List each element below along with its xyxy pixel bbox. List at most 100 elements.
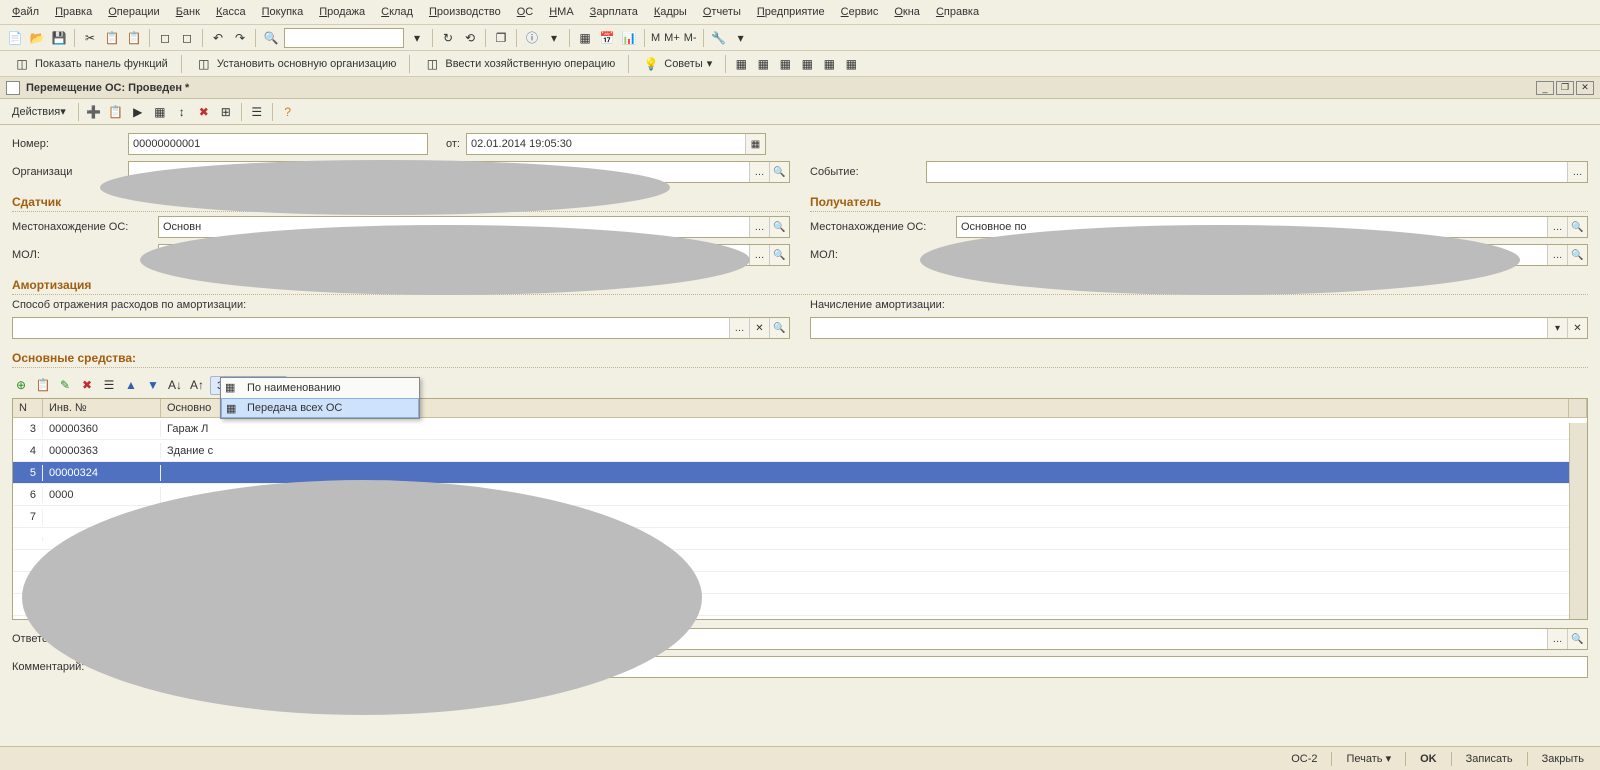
- table-row[interactable]: 400000363Здание с: [13, 440, 1587, 462]
- menu-item[interactable]: Кадры: [650, 4, 691, 20]
- close-button[interactable]: ✕: [1576, 81, 1594, 95]
- cut-icon[interactable]: ✂: [81, 29, 99, 47]
- delete-row-icon[interactable]: ✖: [78, 376, 96, 394]
- clear-button[interactable]: ✕: [749, 318, 769, 338]
- tips-button[interactable]: 💡Советы ▾: [635, 52, 719, 76]
- select-button[interactable]: …: [1547, 217, 1567, 237]
- menu-item[interactable]: Производство: [425, 4, 505, 20]
- print-dropdown[interactable]: Печать ▾: [1340, 750, 1397, 767]
- calc-m-plus[interactable]: М+: [664, 32, 680, 44]
- amort-method-field[interactable]: …✕🔍: [12, 317, 790, 339]
- sort-desc-icon[interactable]: A↑: [188, 376, 206, 394]
- structure-icon[interactable]: ⊞: [217, 103, 235, 121]
- generic-icon[interactable]: ◻: [178, 29, 196, 47]
- search-button[interactable]: 🔍: [1567, 245, 1587, 265]
- add-row-icon[interactable]: ⊕: [12, 376, 30, 394]
- report-icon[interactable]: ▦: [776, 55, 794, 73]
- menu-item[interactable]: Предприятие: [753, 4, 829, 20]
- table-row[interactable]: 300000360Гараж Л: [13, 418, 1587, 440]
- calc-m-minus[interactable]: М-: [684, 32, 697, 44]
- select-button[interactable]: …: [749, 217, 769, 237]
- movement-icon[interactable]: ↕: [173, 103, 191, 121]
- restore-button[interactable]: ❐: [1556, 81, 1574, 95]
- search-button[interactable]: 🔍: [769, 162, 789, 182]
- nav-icon[interactable]: ⟲: [461, 29, 479, 47]
- windows-icon[interactable]: ❐: [492, 29, 510, 47]
- menu-item[interactable]: Файл: [8, 4, 43, 20]
- new-doc-icon[interactable]: 📄: [6, 29, 24, 47]
- select-button[interactable]: …: [729, 318, 749, 338]
- show-panel-button[interactable]: ◫Показать панель функций: [6, 52, 175, 76]
- menu-item[interactable]: Отчеты: [699, 4, 745, 20]
- search-input[interactable]: [284, 28, 404, 48]
- move-down-icon[interactable]: ▼: [144, 376, 162, 394]
- close-button[interactable]: Закрыть: [1536, 751, 1590, 767]
- report-icon[interactable]: ▦: [732, 55, 750, 73]
- actions-dropdown[interactable]: Действия ▾: [6, 103, 72, 120]
- calendar-icon[interactable]: 📅: [598, 29, 616, 47]
- menu-item[interactable]: Зарплата: [586, 4, 642, 20]
- post-icon[interactable]: ▶: [129, 103, 147, 121]
- calc-m[interactable]: М: [651, 32, 660, 44]
- write-button[interactable]: Записать: [1460, 751, 1519, 767]
- copy-icon[interactable]: 📋: [107, 103, 125, 121]
- report-icon[interactable]: ▦: [754, 55, 772, 73]
- menu-item[interactable]: Операции: [104, 4, 163, 20]
- select-button[interactable]: …: [749, 245, 769, 265]
- help-icon[interactable]: ?: [279, 103, 297, 121]
- clear-button[interactable]: ✕: [1567, 318, 1587, 338]
- report-icon[interactable]: ▦: [151, 103, 169, 121]
- menu-item[interactable]: Покупка: [258, 4, 308, 20]
- set-org-button[interactable]: ◫Установить основную организацию: [188, 52, 404, 76]
- scrollbar[interactable]: [1569, 423, 1587, 619]
- move-up-icon[interactable]: ▲: [122, 376, 140, 394]
- info-icon[interactable]: ⓘ: [523, 29, 541, 47]
- col-number[interactable]: N: [13, 399, 43, 417]
- table-row[interactable]: 500000324: [13, 462, 1587, 484]
- copy-row-icon[interactable]: 📋: [34, 376, 52, 394]
- number-field[interactable]: 00000000001: [128, 133, 428, 155]
- select-button[interactable]: …: [749, 162, 769, 182]
- select-button[interactable]: …: [1547, 629, 1567, 649]
- search-icon[interactable]: 🔍: [262, 29, 280, 47]
- event-field[interactable]: …: [926, 161, 1588, 183]
- search-button[interactable]: 🔍: [769, 245, 789, 265]
- select-button[interactable]: …: [1547, 245, 1567, 265]
- menu-item-by-name[interactable]: ▦По наименованию: [221, 378, 419, 398]
- search-button[interactable]: 🔍: [769, 217, 789, 237]
- report-icon[interactable]: 📊: [620, 29, 638, 47]
- open-folder-icon[interactable]: 📂: [28, 29, 46, 47]
- search-button[interactable]: 🔍: [1567, 217, 1587, 237]
- menu-item[interactable]: Банк: [172, 4, 204, 20]
- menu-item-transfer-all[interactable]: ▦Передача всех ОС: [221, 398, 419, 418]
- report-icon[interactable]: ▦: [820, 55, 838, 73]
- tool-icon[interactable]: 🔧: [710, 29, 728, 47]
- copy-icon[interactable]: 📋: [103, 29, 121, 47]
- calendar-button[interactable]: ▦: [745, 134, 765, 154]
- dropdown-icon[interactable]: ▾: [408, 29, 426, 47]
- dropdown-icon[interactable]: ▾: [545, 29, 563, 47]
- redo-icon[interactable]: ↷: [231, 29, 249, 47]
- edit-row-icon[interactable]: ✎: [56, 376, 74, 394]
- menu-item[interactable]: НМА: [545, 4, 577, 20]
- menu-item[interactable]: ОС: [513, 4, 538, 20]
- date-field[interactable]: 02.01.2014 19:05:30▦: [466, 133, 766, 155]
- amort-calc-field[interactable]: ▾✕: [810, 317, 1588, 339]
- table-icon[interactable]: ▦: [576, 29, 594, 47]
- search-button[interactable]: 🔍: [769, 318, 789, 338]
- menu-item[interactable]: Продажа: [315, 4, 369, 20]
- menu-item[interactable]: Склад: [377, 4, 417, 20]
- paste-icon[interactable]: 📋: [125, 29, 143, 47]
- save-icon[interactable]: 💾: [50, 29, 68, 47]
- sort-asc-icon[interactable]: A↓: [166, 376, 184, 394]
- cancel-icon[interactable]: ✖: [195, 103, 213, 121]
- list-icon[interactable]: ☰: [248, 103, 266, 121]
- print-form-button[interactable]: ОС-2: [1285, 751, 1323, 767]
- generic-icon[interactable]: ◻: [156, 29, 174, 47]
- report-icon[interactable]: ▦: [798, 55, 816, 73]
- report-icon[interactable]: ▦: [842, 55, 860, 73]
- menu-item[interactable]: Правка: [51, 4, 96, 20]
- search-button[interactable]: 🔍: [1567, 629, 1587, 649]
- col-inventory[interactable]: Инв. №: [43, 399, 161, 417]
- list-icon[interactable]: ☰: [100, 376, 118, 394]
